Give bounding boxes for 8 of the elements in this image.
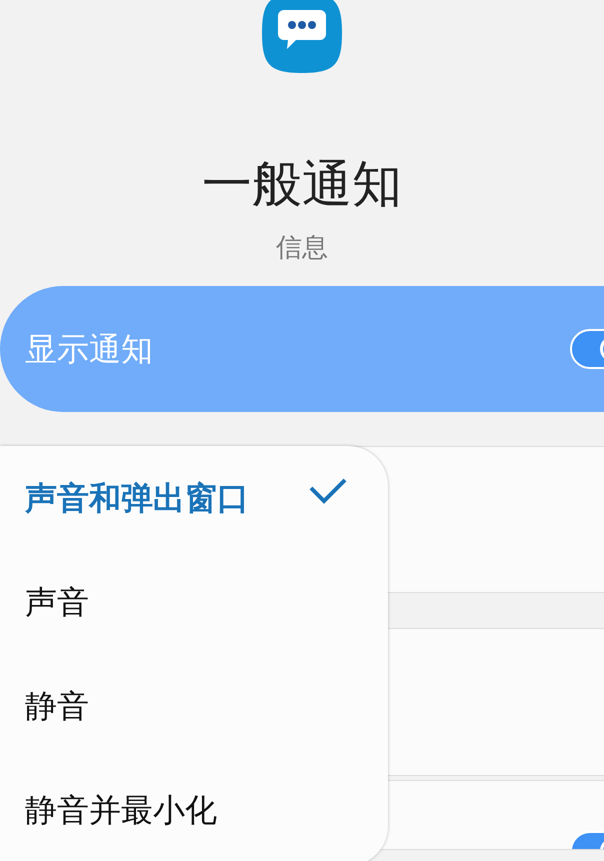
menu-item[interactable]: 静音 [0, 684, 388, 788]
page-title: 一般通知 [202, 159, 402, 209]
menu-item[interactable]: 静音并最小化 [0, 788, 388, 861]
menu-item[interactable]: 声音 [0, 580, 388, 684]
app-name: 信息 [276, 235, 328, 261]
chat-bubble-icon [262, 0, 342, 73]
menu-item[interactable]: 声音和弹出窗口 [0, 476, 388, 580]
check-icon [308, 476, 348, 506]
